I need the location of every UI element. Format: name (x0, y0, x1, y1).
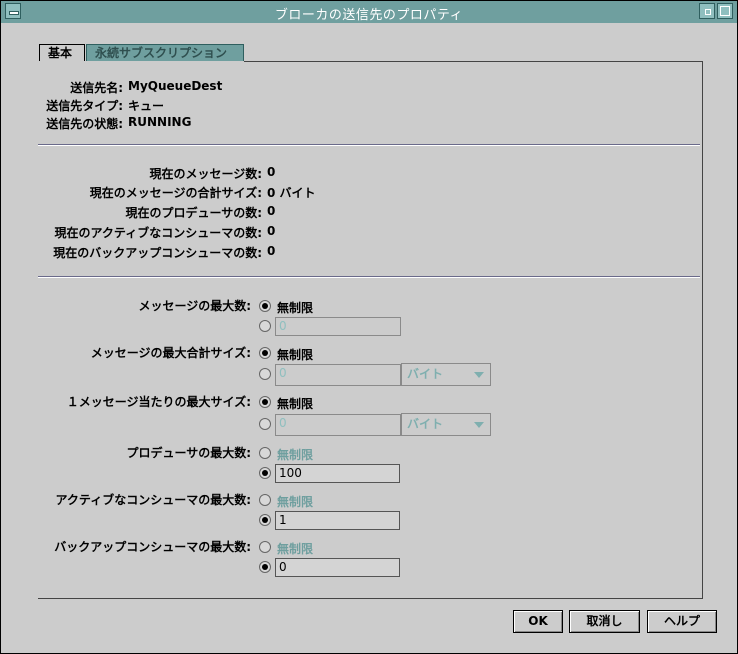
chevron-down-icon (474, 422, 484, 428)
dest-type-label: 送信先タイプ: (46, 99, 123, 113)
current-total-size-label: 現在のメッセージの合計サイズ: (89, 186, 262, 200)
max-active-consumers-input[interactable]: 1 (275, 511, 400, 530)
max-messages-value-radio[interactable] (259, 320, 271, 332)
max-message-size-unlimited-label[interactable]: 無制限 (277, 395, 313, 412)
ok-button[interactable]: OK (513, 610, 563, 633)
chevron-down-icon (474, 372, 484, 378)
dest-state-label: 送信先の状態: (46, 117, 123, 131)
max-backup-consumers-label: バックアップコンシューマの最大数: (54, 540, 251, 554)
max-backup-consumers-value-radio[interactable] (259, 561, 271, 573)
current-backup-consumers-label: 現在のバックアップコンシューマの数: (53, 246, 262, 260)
max-total-size-label: メッセージの最大合計サイズ: (90, 346, 251, 360)
max-total-size-unlimited-label[interactable]: 無制限 (277, 346, 313, 363)
max-total-size-value-radio[interactable] (259, 368, 271, 380)
tab-basic[interactable]: 基本 (39, 44, 85, 61)
dest-state-value: RUNNING (128, 115, 192, 129)
separator (38, 144, 700, 146)
max-message-size-label: １メッセージ当たりの最大サイズ: (66, 395, 251, 409)
max-total-size-unit-select[interactable]: バイト (401, 363, 491, 386)
current-active-consumers-label: 現在のアクティブなコンシューマの数: (54, 226, 262, 240)
max-active-consumers-label: アクティブなコンシューマの最大数: (55, 493, 251, 507)
current-messages-value: 0 (267, 165, 276, 179)
tab-durable-subscriptions[interactable]: 永続サブスクリプション (86, 44, 244, 61)
max-backup-consumers-unlimited-radio[interactable] (259, 541, 271, 553)
dest-type-value: キュー (128, 99, 165, 113)
current-messages-label: 現在のメッセージ数: (149, 167, 262, 181)
max-total-size-input[interactable]: 0 (275, 364, 401, 386)
minimize-icon[interactable] (699, 3, 715, 19)
window-title: ブローカの送信先のプロパティ (274, 8, 464, 23)
max-total-size-unit-value: バイト (407, 367, 444, 381)
max-messages-unlimited-radio[interactable] (259, 300, 271, 312)
dest-name-value: MyQueueDest (128, 79, 223, 93)
max-active-consumers-unlimited-label[interactable]: 無制限 (277, 493, 313, 510)
max-message-size-unit-select[interactable]: バイト (401, 413, 491, 436)
max-message-size-input[interactable]: 0 (275, 414, 401, 436)
max-active-consumers-unlimited-radio[interactable] (259, 494, 271, 506)
title-bar[interactable]: ブローカの送信先のプロパティ (1, 1, 737, 23)
cancel-button[interactable]: 取消し (569, 610, 640, 633)
max-producers-label: プロデューサの最大数: (126, 446, 251, 460)
max-backup-consumers-unlimited-label[interactable]: 無制限 (277, 540, 313, 557)
current-total-size-value: 0 バイト (267, 186, 316, 200)
current-producers-label: 現在のプロデューサの数: (125, 206, 262, 220)
current-producers-value: 0 (267, 204, 276, 218)
max-producers-value-radio[interactable] (259, 467, 271, 479)
maximize-icon[interactable] (717, 3, 733, 19)
max-message-size-unit-value: バイト (407, 417, 444, 431)
max-messages-input[interactable]: 0 (275, 317, 401, 336)
dest-name-label: 送信先名: (70, 81, 123, 95)
max-total-size-unlimited-radio[interactable] (259, 347, 271, 359)
max-producers-unlimited-radio[interactable] (259, 447, 271, 459)
help-button[interactable]: ヘルプ (647, 610, 717, 633)
max-message-size-unlimited-radio[interactable] (259, 396, 271, 408)
max-backup-consumers-input[interactable]: 0 (275, 558, 400, 577)
max-messages-label: メッセージの最大数: (138, 299, 251, 313)
properties-window: ブローカの送信先のプロパティ 基本 永続サブスクリプション 送信先名: MyQu… (0, 0, 738, 654)
current-backup-consumers-value: 0 (267, 244, 276, 258)
max-producers-unlimited-label[interactable]: 無制限 (277, 446, 313, 463)
max-producers-input[interactable]: 100 (275, 464, 400, 483)
current-active-consumers-value: 0 (267, 224, 276, 238)
max-messages-unlimited-label[interactable]: 無制限 (277, 299, 313, 316)
max-active-consumers-value-radio[interactable] (259, 514, 271, 526)
max-message-size-value-radio[interactable] (259, 418, 271, 430)
separator (38, 276, 700, 278)
